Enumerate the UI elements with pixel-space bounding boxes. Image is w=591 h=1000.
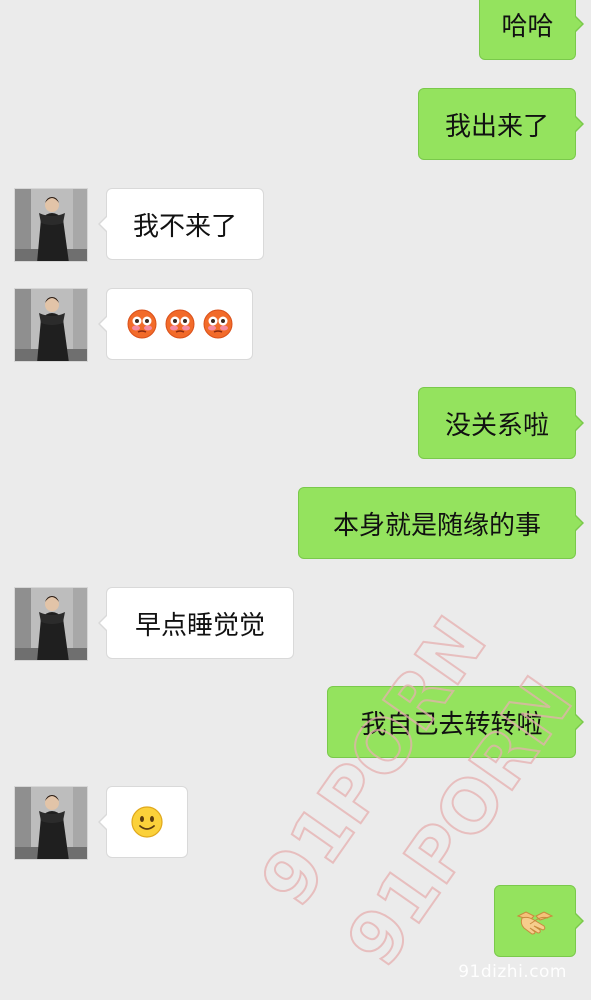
contact-avatar[interactable]: [14, 188, 88, 262]
message-text: 我出来了: [444, 111, 549, 142]
message-bubble-outgoing[interactable]: 我自己去转转啦: [327, 686, 584, 758]
flushed-face-icon: [203, 309, 232, 339]
message-bubble-incoming[interactable]: 我不来了: [98, 188, 264, 260]
contact-avatar[interactable]: [14, 786, 88, 860]
message-bubble-incoming[interactable]: [98, 288, 253, 360]
site-watermark-text: 91dizhi.com: [458, 962, 567, 982]
handshake-icon: [516, 911, 554, 935]
message-text: 我自己去转转啦: [360, 709, 543, 740]
emoji-group: [126, 308, 234, 340]
flushed-face-icon: [165, 309, 194, 339]
contact-avatar[interactable]: [14, 587, 88, 661]
message-bubble-outgoing[interactable]: 没关系啦: [418, 387, 584, 459]
message-bubble-incoming[interactable]: [98, 786, 188, 858]
message-bubble-incoming[interactable]: 早点睡觉觉: [98, 587, 294, 659]
message-text: 我不来了: [132, 211, 237, 242]
message-bubble-outgoing[interactable]: 我出来了: [418, 88, 584, 160]
message-text: 没关系啦: [444, 410, 549, 441]
message-text: 早点睡觉觉: [134, 610, 265, 641]
message-bubble-outgoing[interactable]: [494, 885, 584, 957]
message-bubble-outgoing[interactable]: 哈哈: [479, 0, 584, 60]
contact-avatar[interactable]: [14, 288, 88, 362]
message-text: 本身就是随缘的事: [332, 510, 541, 541]
smiling-face-icon: [131, 806, 163, 838]
message-text: 哈哈: [501, 11, 554, 42]
message-bubble-outgoing[interactable]: 本身就是随缘的事: [298, 487, 584, 559]
flushed-face-icon: [127, 309, 156, 339]
